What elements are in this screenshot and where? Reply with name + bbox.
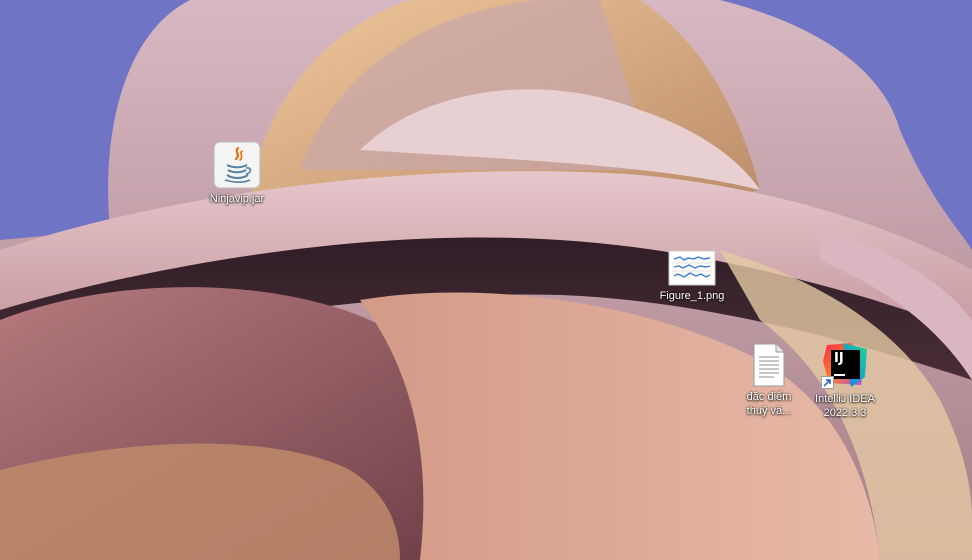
desktop-icon-intellij-idea[interactable]: IJ IntelliJ IDEA 2022.3.3 (807, 341, 883, 420)
label-line-2: thuỷ vă... (746, 405, 792, 417)
label-line-1: IntelliJ IDEA (815, 393, 875, 405)
text-document-icon (752, 343, 786, 387)
desktop-icon-figure-1-png[interactable]: Figure_1.png (654, 250, 730, 303)
desktop-icon-label: Ninjavip.jar (209, 193, 265, 205)
desktop-icon-label: đặc điểm thuỷ vă... (731, 390, 807, 418)
image-file-icon (668, 250, 716, 286)
shortcut-arrow-icon (821, 376, 834, 389)
label-line-1: đặc điểm (746, 391, 792, 403)
label-line-2: 2022.3.3 (823, 407, 867, 419)
intellij-badge-text: IJ (834, 351, 844, 366)
intellij-idea-icon: IJ (821, 341, 869, 389)
java-icon (213, 141, 261, 189)
wallpaper (0, 0, 972, 560)
desktop-icon-label: IntelliJ IDEA 2022.3.3 (807, 392, 883, 420)
desktop-icon-label: Figure_1.png (659, 290, 725, 302)
desktop-icon-text-document[interactable]: đặc điểm thuỷ vă... (731, 343, 807, 418)
desktop-icon-ninjavip-jar[interactable]: Ninjavip.jar (199, 141, 275, 206)
desktop[interactable]: Ninjavip.jar Figure_1.png đặc điểm thuỷ … (0, 0, 972, 560)
